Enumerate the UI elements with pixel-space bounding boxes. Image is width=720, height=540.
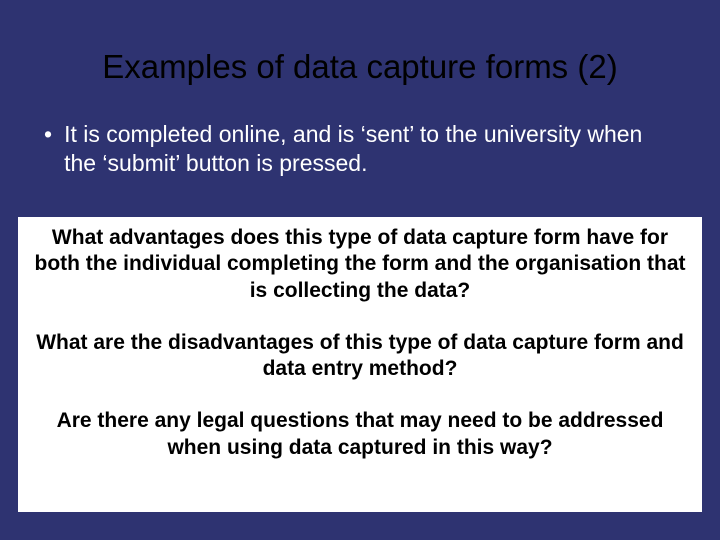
question-3: Are there any legal questions that may n… [34,408,686,461]
question-1: What advantages does this type of data c… [34,225,686,304]
bullet-list: • It is completed online, and is ‘sent’ … [0,86,720,178]
bullet-marker: • [44,120,52,149]
question-2: What are the disadvantages of this type … [34,330,686,383]
slide: Examples of data capture forms (2) • It … [0,0,720,540]
question-box: What advantages does this type of data c… [18,217,702,512]
bullet-text: It is completed online, and is ‘sent’ to… [64,120,670,178]
bullet-item: • It is completed online, and is ‘sent’ … [50,120,670,178]
slide-title: Examples of data capture forms (2) [0,0,720,86]
